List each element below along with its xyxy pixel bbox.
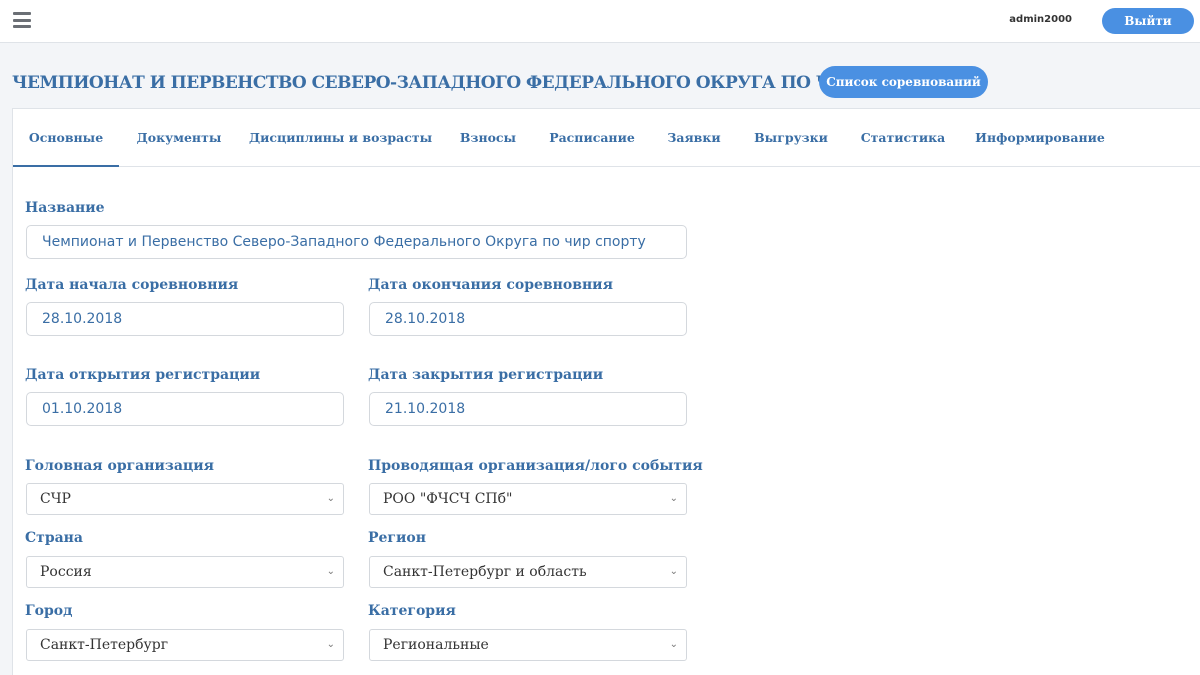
top-bar: admin2000 Выйти: [0, 0, 1200, 43]
category-label: Категория: [368, 603, 456, 619]
hamburger-menu-icon[interactable]: [13, 12, 31, 28]
chevron-down-icon: ⌄: [669, 566, 678, 577]
reg-open-input[interactable]: 01.10.2018: [26, 392, 344, 426]
head-org-value: СЧР: [40, 491, 71, 507]
tab-disciplines[interactable]: Дисциплины и возрасты: [249, 109, 432, 167]
tab-fees[interactable]: Взносы: [453, 109, 523, 167]
region-label: Регион: [368, 530, 426, 546]
chevron-down-icon: ⌄: [326, 566, 335, 577]
tab-documents[interactable]: Документы: [129, 109, 229, 167]
chevron-down-icon: ⌄: [326, 639, 335, 650]
country-value: Россия: [40, 564, 92, 580]
host-org-label: Проводящая организация/лого события: [368, 458, 703, 474]
tab-applications[interactable]: Заявки: [661, 109, 727, 167]
reg-open-label: Дата открытия регистрации: [25, 367, 261, 383]
tab-statistics[interactable]: Статистика: [855, 109, 951, 167]
country-label: Страна: [25, 530, 83, 546]
city-select[interactable]: Санкт-Петербург ⌄: [26, 629, 344, 661]
start-date-label: Дата начала соревновния: [25, 277, 239, 293]
tab-notifications[interactable]: Информирование: [973, 109, 1107, 167]
host-org-value: РОО "ФЧСЧ СПб": [383, 491, 513, 507]
chevron-down-icon: ⌄: [669, 493, 678, 504]
reg-close-label: Дата закрытия регистрации: [368, 367, 604, 383]
title-row: ЧЕМПИОНАТ И ПЕРВЕНСТВО СЕВЕРО-ЗАПАДНОГО …: [0, 43, 1200, 108]
tab-schedule[interactable]: Расписание: [543, 109, 641, 167]
name-label: Название: [25, 200, 105, 216]
reg-close-input[interactable]: 21.10.2018: [369, 392, 687, 426]
end-date-input[interactable]: 28.10.2018: [369, 302, 687, 336]
category-value: Региональные: [383, 637, 489, 653]
category-select[interactable]: Региональные ⌄: [369, 629, 687, 661]
name-input[interactable]: Чемпионат и Первенство Северо-Западного …: [26, 225, 687, 259]
region-value: Санкт-Петербург и область: [383, 564, 587, 580]
username: admin2000: [1009, 14, 1072, 25]
chevron-down-icon: ⌄: [326, 493, 335, 504]
host-org-select[interactable]: РОО "ФЧСЧ СПб" ⌄: [369, 483, 687, 515]
tab-main[interactable]: Основные: [13, 109, 119, 167]
chevron-down-icon: ⌄: [669, 639, 678, 650]
competition-list-button[interactable]: Список соревнований: [819, 66, 988, 98]
city-value: Санкт-Петербург: [40, 637, 169, 653]
main-panel: Основные Документы Дисциплины и возрасты…: [12, 108, 1200, 675]
page-title: ЧЕМПИОНАТ И ПЕРВЕНСТВО СЕВЕРО-ЗАПАДНОГО …: [12, 73, 945, 93]
region-select[interactable]: Санкт-Петербург и область ⌄: [369, 556, 687, 588]
end-date-label: Дата окончания соревновния: [368, 277, 613, 293]
logout-button[interactable]: Выйти: [1102, 8, 1194, 34]
city-label: Город: [25, 603, 73, 619]
tab-bar: Основные Документы Дисциплины и возрасты…: [13, 109, 1200, 167]
head-org-select[interactable]: СЧР ⌄: [26, 483, 344, 515]
head-org-label: Головная организация: [25, 458, 214, 474]
country-select[interactable]: Россия ⌄: [26, 556, 344, 588]
start-date-input[interactable]: 28.10.2018: [26, 302, 344, 336]
tab-exports[interactable]: Выгрузки: [749, 109, 833, 167]
